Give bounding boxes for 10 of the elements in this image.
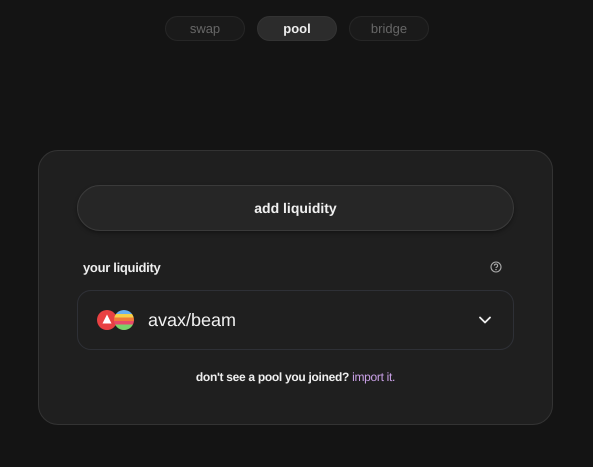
pool-row[interactable]: avax/beam <box>77 290 514 350</box>
import-hint: don't see a pool you joined? import it. <box>194 370 396 384</box>
add-liquidity-button[interactable]: add liquidity <box>77 185 514 231</box>
nav-tab[interactable]: pool <box>257 16 337 41</box>
token-pair-icon <box>96 309 136 331</box>
pool-name: avax/beam <box>148 310 238 330</box>
help-icon[interactable] <box>490 261 502 273</box>
chevron-icon[interactable] <box>479 316 491 324</box>
section-title: your liquidity <box>83 260 160 274</box>
import-link[interactable]: import it. <box>352 370 396 384</box>
